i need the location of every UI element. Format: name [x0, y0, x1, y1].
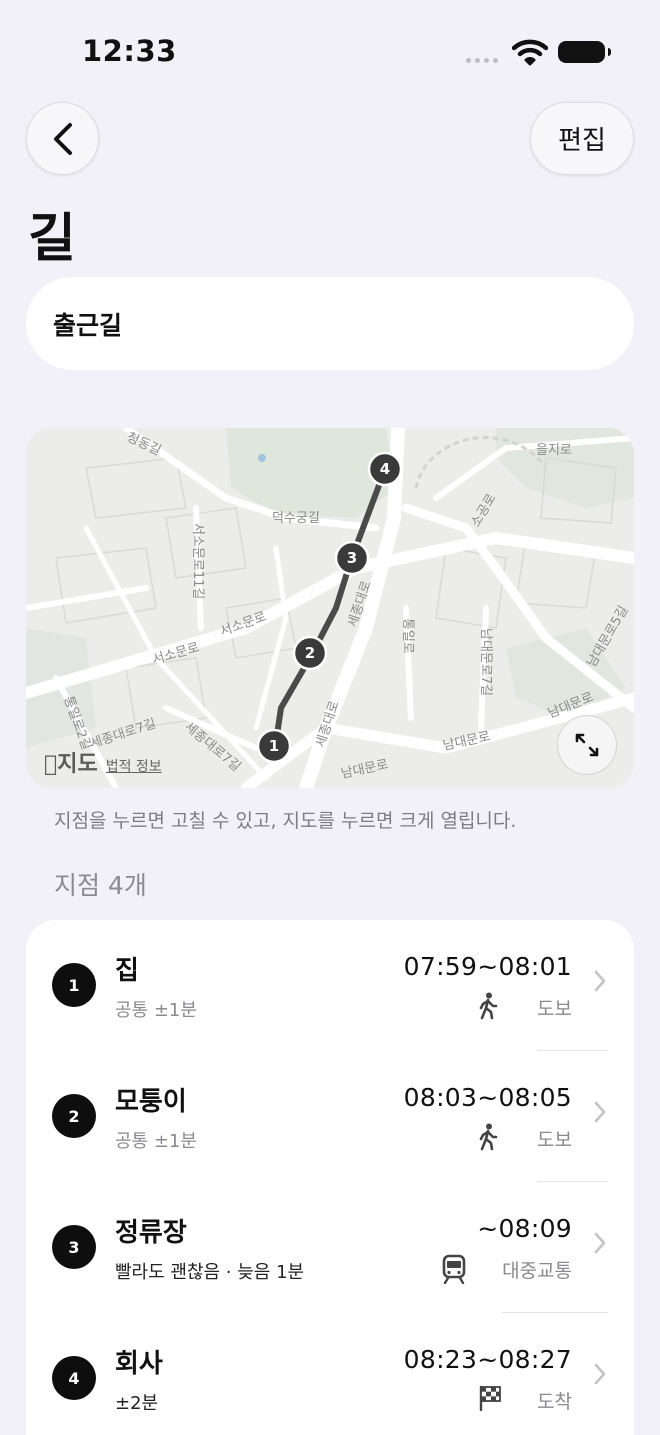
- stop-row-2[interactable]: 2 모퉁이 공통 ±1분 08:03~08:05 도보: [26, 1051, 634, 1182]
- chevron-left-icon: [53, 122, 72, 155]
- route-map[interactable]: 청동길 을지로 덕수궁길 서소문로11길 서소문로 서소문로 세종대로 세종대로…: [26, 428, 634, 788]
- svg-text:2: 2: [305, 644, 315, 662]
- stop-number-badge: 4: [52, 1356, 96, 1400]
- status-time: 12:33: [82, 34, 177, 68]
- map-marker-2[interactable]: 2: [292, 635, 328, 671]
- page-title: 길: [28, 209, 76, 269]
- street-label: 통일로: [400, 618, 415, 654]
- stop-name: 회사: [115, 1349, 163, 1379]
- chevron-right-icon: [594, 1363, 606, 1385]
- street-label: 을지로: [536, 443, 572, 458]
- checkered-flag-icon: [479, 1385, 501, 1411]
- stops-count-header: 지점 4개: [54, 871, 147, 900]
- stop-time: ~08:09: [477, 1214, 572, 1243]
- svg-text:4: 4: [380, 460, 390, 478]
- svg-text:1: 1: [269, 737, 279, 755]
- travel-mode-label: 도보: [537, 998, 572, 1020]
- stop-row-3[interactable]: 3 정류장 빨라도 괜찮음 · 늦음 1분 ~08:09 대중교통: [26, 1182, 634, 1313]
- battery-icon: [558, 41, 611, 63]
- stop-name: 모퉁이: [115, 1087, 187, 1117]
- edit-button[interactable]: 편집: [530, 102, 634, 175]
- stop-row-1[interactable]: 1 집 공통 ±1분 07:59~08:01 도보: [26, 920, 634, 1051]
- stop-tolerance: ±2분: [115, 1393, 159, 1414]
- stop-name: 정류장: [115, 1218, 187, 1248]
- stop-number-badge: 2: [52, 1094, 96, 1138]
- stop-number-badge: 1: [52, 963, 96, 1007]
- stop-name: 집: [115, 956, 139, 986]
- legal-link[interactable]: 법적 정보: [106, 756, 162, 776]
- route-name-input[interactable]: [53, 309, 593, 338]
- stop-time: 08:23~08:27: [403, 1345, 572, 1374]
- map-canvas[interactable]: 청동길 을지로 덕수궁길 서소문로11길 서소문로 서소문로 세종대로 세종대로…: [26, 428, 634, 788]
- route-name-field[interactable]: [26, 277, 634, 370]
- stops-list: 1 집 공통 ±1분 07:59~08:01 도보 2 모퉁이 공통 ±1분 0…: [26, 920, 634, 1435]
- stop-row-4[interactable]: 4 회사 ±2분 08:23~08:27 도착: [26, 1313, 634, 1435]
- walk-icon: [479, 992, 498, 1020]
- travel-mode-label: 도착: [537, 1391, 572, 1413]
- stop-tolerance: 빨라도 괜찮음 · 늦음 1분: [115, 1262, 305, 1283]
- signal-icon: [466, 58, 498, 63]
- street-label: 서소문로11길: [190, 523, 205, 599]
- back-button[interactable]: [26, 102, 99, 175]
- travel-mode-label: 도보: [537, 1129, 572, 1151]
- map-marker-3[interactable]: 3: [334, 540, 370, 576]
- stop-tolerance: 공통 ±1분: [115, 1131, 197, 1152]
- tram-icon: [442, 1254, 466, 1284]
- stop-time: 08:03~08:05: [403, 1083, 572, 1112]
- street-label: 덕수궁길: [272, 511, 320, 526]
- street-label: 남대문로7길: [478, 628, 493, 696]
- stop-time: 07:59~08:01: [403, 952, 572, 981]
- expand-arrows-icon: [575, 733, 599, 757]
- stop-number-badge: 3: [52, 1225, 96, 1269]
- maps-logo: 지도: [44, 752, 98, 777]
- map-marker-4[interactable]: 4: [367, 451, 403, 487]
- status-bar: 12:33: [0, 0, 660, 100]
- travel-mode-label: 대중교통: [502, 1260, 572, 1282]
- map-credit: 지도 법적 정보: [44, 746, 162, 778]
- chevron-right-icon: [594, 1101, 606, 1123]
- map-marker-1[interactable]: 1: [256, 728, 292, 764]
- expand-map-button[interactable]: [557, 715, 617, 775]
- svg-text:3: 3: [347, 549, 357, 567]
- chevron-right-icon: [594, 1232, 606, 1254]
- map-hint: 지점을 누르면 고칠 수 있고, 지도를 누르면 크게 열립니다.: [54, 810, 517, 832]
- stop-tolerance: 공통 ±1분: [115, 1000, 197, 1021]
- wifi-icon: [512, 39, 548, 66]
- walk-icon: [479, 1123, 498, 1151]
- chevron-right-icon: [594, 970, 606, 992]
